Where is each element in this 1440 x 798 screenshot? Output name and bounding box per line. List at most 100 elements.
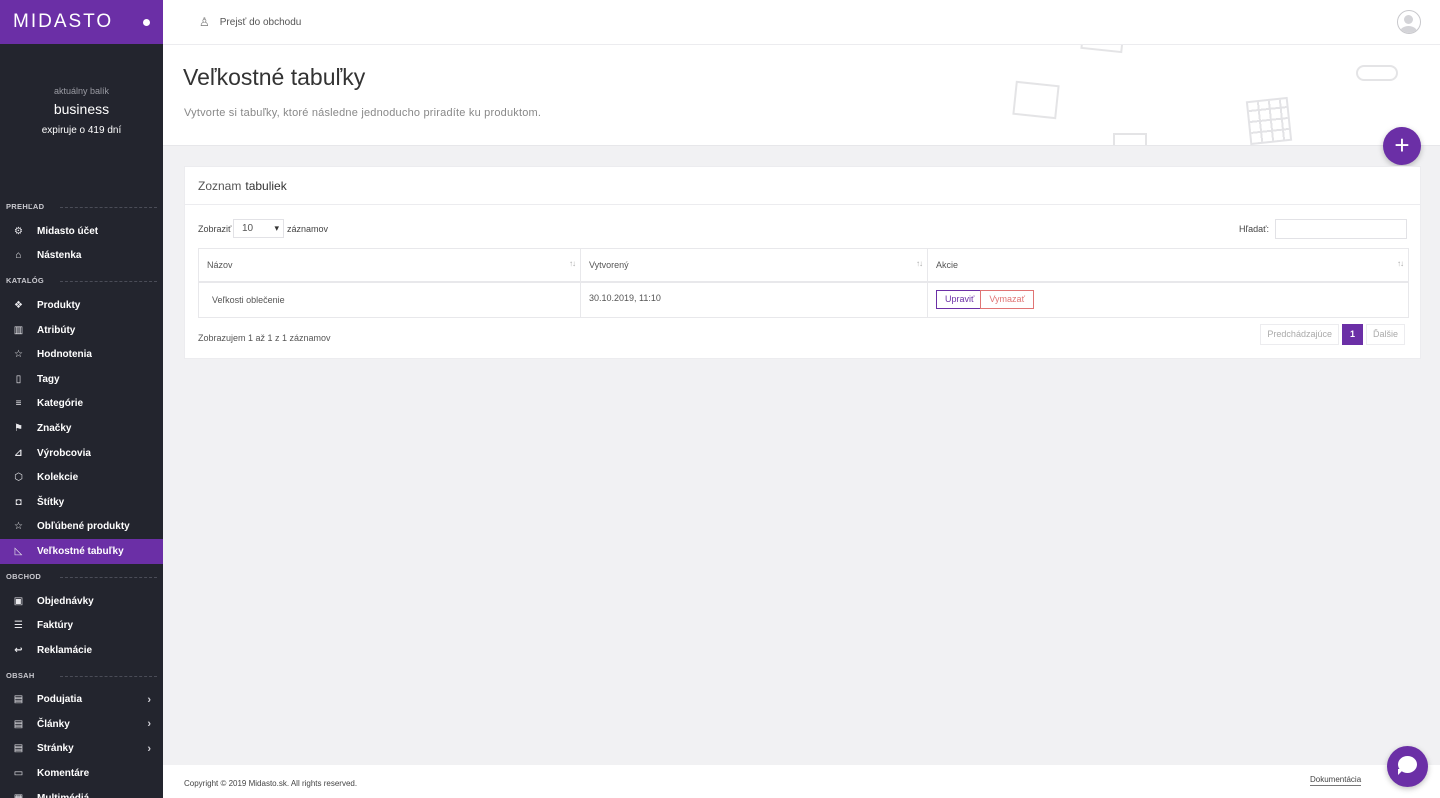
sidebar-item[interactable]: ↩ Reklamácie (0, 638, 163, 663)
sidebar-item-label: Tagy (37, 373, 60, 385)
size-tables-table: Názov ↑↓ Vytvorený ↑↓ Akcie ↑↓ Veľkosti obl… (198, 248, 1409, 318)
prev-page-button[interactable]: Predchádzajúce (1260, 324, 1339, 345)
page-length-value: 10 (242, 223, 254, 234)
sidebar-item-label: Štítky (37, 496, 65, 508)
table-row: Veľkosti oblečenie 30.10.2019, 11:10 Upr… (198, 281, 1409, 318)
sidebar-item[interactable]: ▭ Komentáre (0, 761, 163, 786)
midasto-logo[interactable]: MIDASTO (13, 11, 113, 33)
sidebar-item-label: Reklamácie (37, 644, 93, 656)
chat-bubble-icon[interactable] (1387, 746, 1428, 787)
sidebar-item[interactable]: ▯ Tagy (0, 367, 163, 392)
sidebar-item[interactable]: ▣ Objednávky (0, 589, 163, 614)
pagination: Predchádzajúce 1 Ďalšie (1260, 324, 1405, 345)
sidebar-item[interactable]: ⌂ Nástenka (0, 244, 163, 269)
sidebar-item-label: Komentáre (37, 768, 90, 780)
sidebar: MIDASTO aktuálny balík business expiruje… (0, 0, 163, 798)
sidebar-item[interactable]: ▤ Stránky › (0, 737, 163, 762)
sidebar-item[interactable]: ☆ Obľúbené produkty (0, 515, 163, 540)
sidebar-item-label: Midasto účet (37, 225, 99, 237)
sort-icon[interactable]: ↑↓ (569, 259, 576, 268)
gear-icon: ⚙ (14, 225, 23, 237)
sort-icon[interactable]: ↑↓ (1397, 259, 1404, 268)
go-to-store-link[interactable]: Prejsť do obchodu (220, 17, 302, 28)
tables-card: Zoznam tabuliek Zobraziť 10 záznamov Hľa… (184, 166, 1421, 359)
search-input[interactable] (1275, 219, 1407, 239)
table-info: Zobrazujem 1 až 1 z 1 záznamov (198, 333, 331, 343)
home-icon: ⌂ (15, 250, 22, 262)
store-icon[interactable]: ♙ (199, 15, 210, 29)
sidebar-item-label: Multimédiá (37, 793, 89, 798)
attributes-icon: ▥ (13, 324, 24, 336)
decorative-toggle-icon (1356, 65, 1398, 81)
sidebar-item-label: Kategórie (37, 398, 84, 410)
sidebar-item[interactable]: ⚙ Midasto účet (0, 219, 163, 244)
table-controls: Zobraziť 10 záznamov Hľadať: (198, 219, 1407, 239)
delete-button[interactable]: Vymazať (980, 290, 1034, 310)
sidebar-item[interactable]: ◘ Štítky (0, 490, 163, 515)
sidebar-item[interactable]: ⚑ Značky (0, 416, 163, 441)
orders-icon: ▣ (13, 595, 24, 607)
sidebar-item-label: Veľkostné tabuľky (37, 545, 124, 557)
sidebar-item-label: Výrobcovia (37, 447, 91, 459)
card-title-strong: tabuliek (245, 178, 287, 193)
plan-expiry: expiruje o 419 dní (41, 125, 122, 136)
column-actions-header[interactable]: Akcie ↑↓ (927, 248, 1409, 283)
page-1-button[interactable]: 1 (1341, 324, 1363, 345)
documentation-link[interactable]: Dokumentácia (1310, 775, 1362, 786)
column-name-header[interactable]: Názov ↑↓ (198, 248, 581, 283)
decorative-video-icon (1012, 80, 1060, 120)
media-icon: ▦ (12, 792, 25, 798)
sidebar-item[interactable]: ▦ Multimédiá (0, 786, 163, 798)
decorative-table-icon (1113, 133, 1147, 145)
sidebar-section-title: OBCHOD (0, 564, 163, 589)
sidebar-item[interactable]: ☰ Faktúry (0, 613, 163, 638)
invoice-icon: ☰ (14, 620, 23, 632)
sidebar-item[interactable]: ⊿ Výrobcovia (0, 441, 163, 466)
sidebar-item-label: Faktúry (37, 620, 74, 632)
status-dot-icon[interactable] (143, 18, 150, 26)
column-label: Akcie (936, 259, 959, 270)
sidebar-item-label: Obľúbené produkty (37, 521, 130, 533)
sidebar-item[interactable]: ≡ Kategórie (0, 392, 163, 417)
sort-icon[interactable]: ↑↓ (916, 259, 923, 268)
table-header-row: Názov ↑↓ Vytvorený ↑↓ Akcie ↑↓ (198, 248, 1409, 283)
document-icon: ▤ (13, 694, 24, 706)
sidebar-item[interactable]: ⬡ Kolekcie (0, 465, 163, 490)
column-created-header[interactable]: Vytvorený ↑↓ (580, 248, 928, 283)
brand-bar: MIDASTO (0, 0, 163, 44)
sidebar-item[interactable]: ▤ Články › (0, 712, 163, 737)
plan-name: business (53, 101, 110, 117)
card-title-prefix: Zoznam (198, 178, 242, 193)
chevron-right-icon[interactable]: › (147, 694, 151, 706)
page-length-select[interactable]: 10 (233, 219, 284, 238)
row-name: Veľkosti oblečenie (198, 281, 581, 318)
add-table-button[interactable]: + (1383, 127, 1421, 165)
return-icon: ↩ (14, 644, 23, 656)
sidebar-item-label: Podujatia (37, 694, 83, 706)
signpost-icon: ⚑ (14, 422, 23, 434)
copyright: Copyright © 2019 Midasto.sk. All rights … (184, 779, 358, 788)
sidebar-item-label: Objednávky (37, 595, 94, 607)
products-icon: ❖ (14, 299, 23, 311)
footer: Copyright © 2019 Midasto.sk. All rights … (163, 765, 1440, 798)
edit-button[interactable]: Upraviť (936, 290, 984, 310)
sidebar-item[interactable]: ▤ Podujatia › (0, 688, 163, 713)
length-label: Zobraziť (198, 224, 232, 234)
sidebar-item[interactable]: ❖ Produkty (0, 293, 163, 318)
sidebar-item-label: Značky (37, 422, 72, 434)
next-page-button[interactable]: Ďalšie (1365, 324, 1405, 345)
user-avatar[interactable] (1397, 10, 1421, 34)
sidebar-item-label: Kolekcie (37, 472, 79, 484)
length-suffix: záznamov (287, 224, 329, 234)
ruler-icon: ◺ (14, 545, 23, 557)
page-subtitle: Vytvorte si tabuľky, ktoré následne jedn… (184, 107, 542, 119)
chevron-right-icon[interactable]: › (147, 718, 151, 730)
sidebar-item-label: Nástenka (37, 250, 82, 262)
sidebar-section-title: PREHĽAD (0, 194, 163, 219)
sidebar-item[interactable]: ◺ Veľkostné tabuľky (0, 539, 163, 564)
list-icon: ≡ (15, 398, 22, 410)
sidebar-item[interactable]: ▥ Atribúty (0, 318, 163, 343)
sidebar-item[interactable]: ☆ Hodnotenia (0, 342, 163, 367)
label-icon: ◘ (15, 496, 22, 508)
chevron-right-icon[interactable]: › (147, 743, 151, 755)
